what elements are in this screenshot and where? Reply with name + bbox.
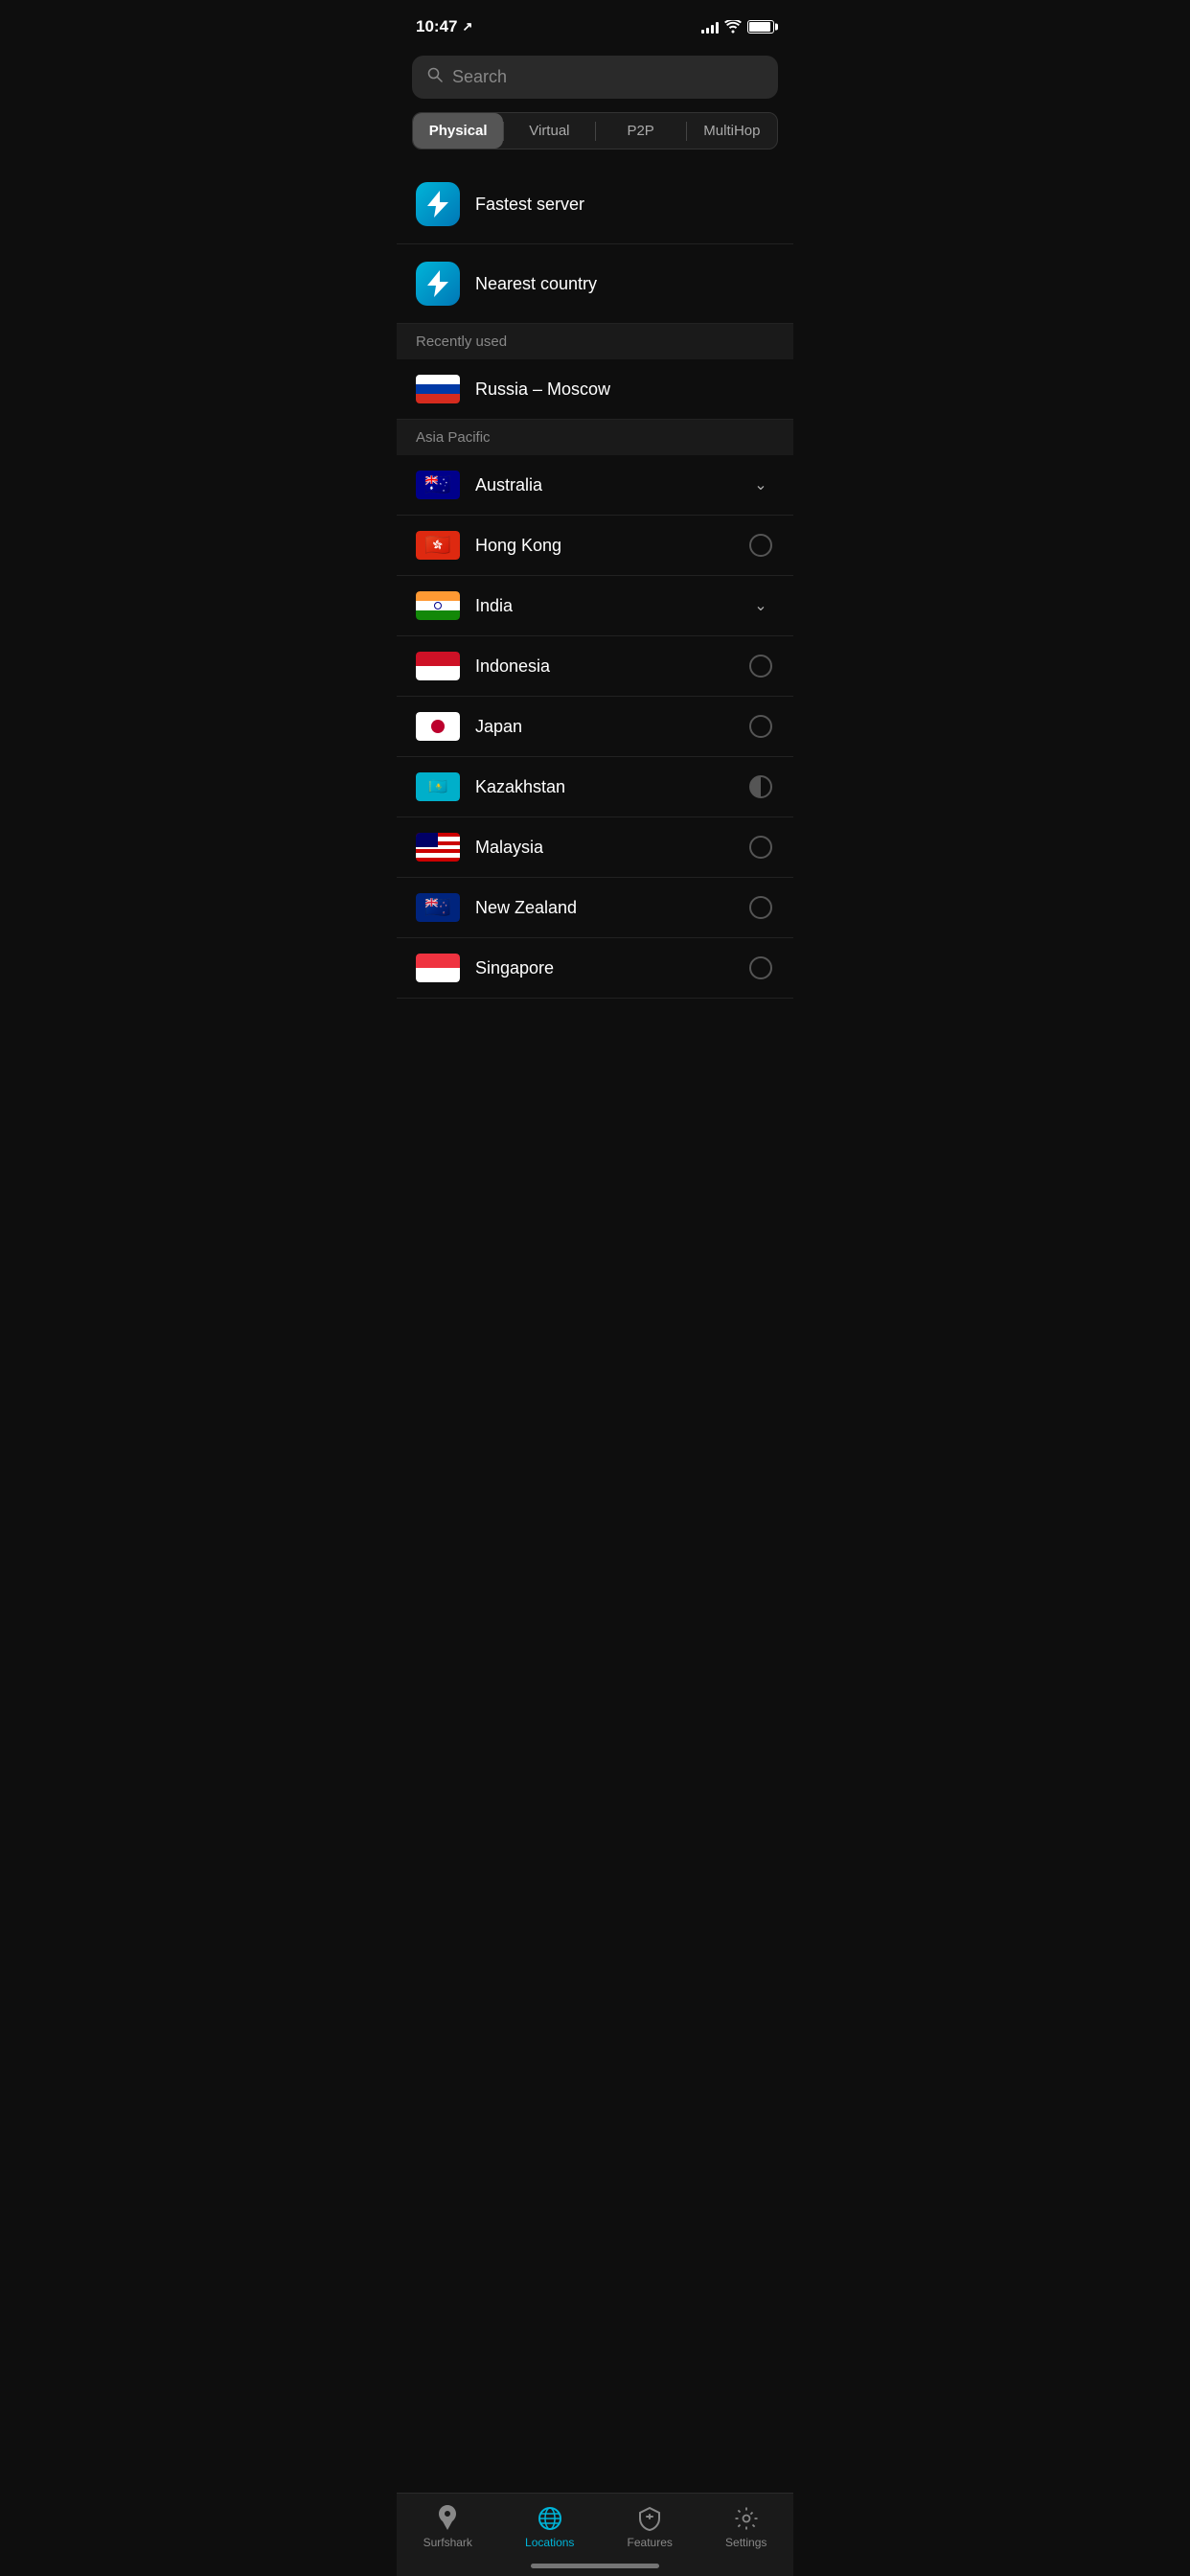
- asia-pacific-label: Asia Pacific: [416, 429, 491, 446]
- new-zealand-item[interactable]: 🇳🇿 New Zealand: [397, 878, 793, 938]
- status-time: 10:47 ↗: [416, 17, 472, 36]
- singapore-label: Singapore: [475, 958, 732, 978]
- nav-features-label: Features: [628, 2536, 673, 2549]
- india-item[interactable]: India ⌄: [397, 576, 793, 636]
- indonesia-item[interactable]: Indonesia: [397, 636, 793, 697]
- nav-surfshark-label: Surfshark: [423, 2536, 472, 2549]
- status-bar: 10:47 ↗: [397, 0, 793, 48]
- tab-physical[interactable]: Physical: [413, 113, 503, 149]
- signal-icon: [701, 20, 719, 34]
- new-zealand-select-icon: [747, 894, 774, 921]
- fastest-server-label: Fastest server: [475, 195, 584, 215]
- content-scroll: Fastest server Nearest country Recently …: [397, 165, 793, 1094]
- nav-locations-label: Locations: [525, 2536, 574, 2549]
- tab-segment: Physical Virtual P2P MultiHop: [412, 112, 778, 150]
- tab-virtual[interactable]: Virtual: [504, 113, 594, 149]
- russia-moscow-label: Russia – Moscow: [475, 380, 774, 400]
- wifi-icon: [724, 20, 742, 34]
- nav-features[interactable]: Features: [628, 2505, 673, 2549]
- japan-label: Japan: [475, 717, 732, 737]
- india-label: India: [475, 596, 732, 616]
- nearest-country-label: Nearest country: [475, 274, 597, 294]
- nearest-country-item[interactable]: Nearest country: [397, 244, 793, 324]
- search-placeholder: Search: [452, 67, 507, 87]
- hong-kong-label: Hong Kong: [475, 536, 732, 556]
- india-expand-icon: ⌄: [747, 592, 774, 619]
- location-arrow-icon: ↗: [462, 19, 472, 34]
- recently-used-label: Recently used: [416, 334, 507, 350]
- new-zealand-label: New Zealand: [475, 898, 732, 918]
- home-indicator: [531, 2564, 659, 2568]
- battery-icon: [747, 20, 774, 34]
- asia-pacific-header: Asia Pacific: [397, 420, 793, 455]
- indonesia-select-icon: [747, 653, 774, 679]
- time-display: 10:47: [416, 17, 457, 36]
- japan-flag-icon: [416, 712, 460, 741]
- singapore-item[interactable]: Singapore: [397, 938, 793, 999]
- russia-flag-icon: [416, 375, 460, 403]
- japan-select-icon: [747, 713, 774, 740]
- malaysia-item[interactable]: Malaysia: [397, 817, 793, 878]
- singapore-flag-icon: [416, 954, 460, 982]
- search-bar[interactable]: Search: [412, 56, 778, 99]
- indonesia-label: Indonesia: [475, 656, 732, 677]
- russia-moscow-item[interactable]: Russia – Moscow: [397, 359, 793, 420]
- nearest-country-icon: [416, 262, 460, 306]
- indonesia-flag-icon: [416, 652, 460, 680]
- kazakhstan-item[interactable]: 🇰🇿 Kazakhstan: [397, 757, 793, 817]
- nav-settings-label: Settings: [725, 2536, 767, 2549]
- kazakhstan-label: Kazakhstan: [475, 777, 732, 797]
- kazakhstan-flag-icon: 🇰🇿: [416, 772, 460, 801]
- malaysia-flag-icon: [416, 833, 460, 862]
- nav-surfshark[interactable]: Surfshark: [423, 2505, 472, 2549]
- kazakhstan-select-icon: [747, 773, 774, 800]
- japan-item[interactable]: Japan: [397, 697, 793, 757]
- recently-used-header: Recently used: [397, 324, 793, 359]
- singapore-select-icon: [747, 954, 774, 981]
- malaysia-select-icon: [747, 834, 774, 861]
- nav-locations[interactable]: Locations: [525, 2505, 574, 2549]
- tab-multihop[interactable]: MultiHop: [687, 113, 777, 149]
- australia-expand-icon: ⌄: [747, 472, 774, 498]
- nav-settings[interactable]: Settings: [725, 2505, 767, 2549]
- tab-p2p[interactable]: P2P: [596, 113, 686, 149]
- hong-kong-item[interactable]: 🇭🇰 Hong Kong: [397, 516, 793, 576]
- features-icon: [636, 2505, 663, 2532]
- malaysia-label: Malaysia: [475, 838, 732, 858]
- australia-item[interactable]: 🇦🇺 Australia ⌄: [397, 455, 793, 516]
- fastest-server-item[interactable]: Fastest server: [397, 165, 793, 244]
- search-container: Search: [397, 48, 793, 112]
- new-zealand-flag-icon: 🇳🇿: [416, 893, 460, 922]
- surfshark-icon: [434, 2505, 461, 2532]
- india-flag-icon: [416, 591, 460, 620]
- status-icons: [701, 20, 774, 34]
- fastest-server-icon: [416, 182, 460, 226]
- hong-kong-flag-icon: 🇭🇰: [416, 531, 460, 560]
- locations-icon: [537, 2505, 563, 2532]
- search-icon: [427, 67, 443, 87]
- australia-label: Australia: [475, 475, 732, 495]
- australia-flag-icon: 🇦🇺: [416, 471, 460, 499]
- hong-kong-select-icon: [747, 532, 774, 559]
- settings-icon: [733, 2505, 760, 2532]
